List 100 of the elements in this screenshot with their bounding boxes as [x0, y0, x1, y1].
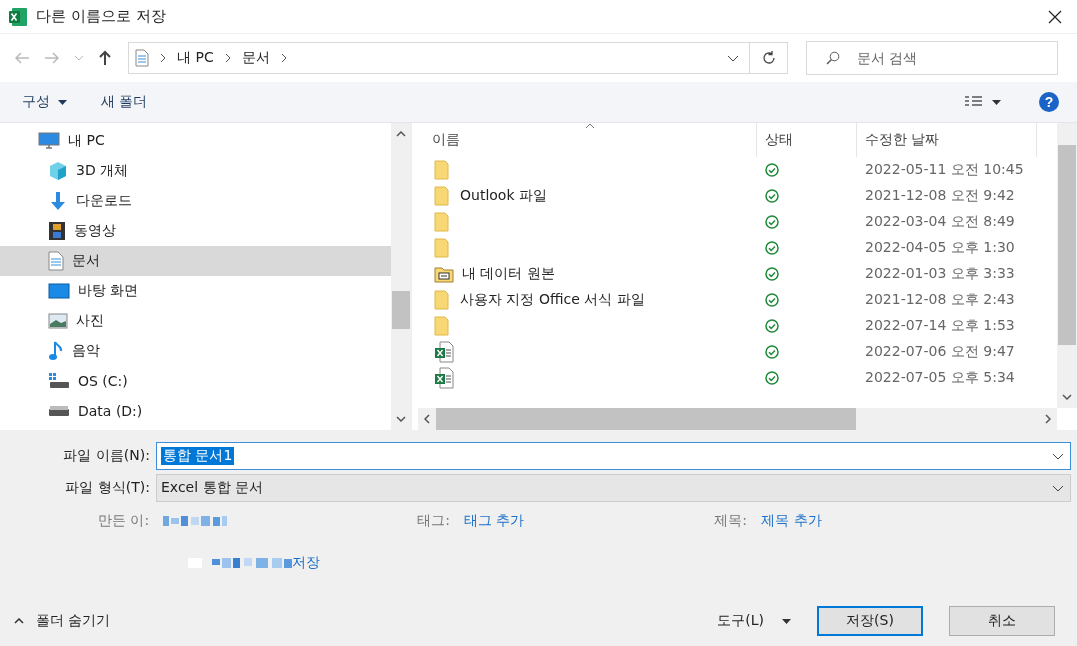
sidebar-item[interactable]: 동영상	[0, 216, 391, 246]
scrollbar[interactable]	[391, 123, 411, 430]
screen-icon	[48, 282, 70, 300]
chevron-down-icon[interactable]	[1052, 452, 1064, 460]
sort-caret-icon	[585, 123, 595, 129]
down-arrow-icon	[48, 191, 68, 211]
synced-check-icon	[765, 345, 779, 359]
sidebar-item[interactable]: OS (C:)	[0, 366, 391, 396]
synced-check-icon	[765, 319, 779, 333]
scroll-up-icon[interactable]	[396, 131, 406, 137]
folder-icon	[434, 186, 452, 206]
scroll-thumb[interactable]	[392, 291, 410, 329]
chevron-down-icon[interactable]	[727, 54, 739, 62]
sidebar-item[interactable]: Data (D:)	[0, 396, 391, 426]
scroll-down-icon[interactable]	[1062, 394, 1072, 400]
synced-check-icon	[765, 371, 779, 385]
scrollbar[interactable]	[1057, 123, 1077, 408]
monitor-icon	[38, 132, 60, 150]
sidebar-item[interactable]: 음악	[0, 336, 391, 366]
network-folder-icon	[434, 265, 454, 283]
document-icon	[48, 251, 64, 271]
folder-icon	[434, 160, 452, 180]
refresh-icon	[761, 51, 776, 65]
chevron-right-icon[interactable]	[224, 53, 231, 63]
sidebar-item[interactable]: 문서	[0, 246, 391, 276]
refresh-button[interactable]	[750, 42, 788, 74]
modified-date: 2022-04-05 오후 1:30	[865, 239, 1015, 257]
search-icon	[826, 51, 840, 65]
folder-icon	[434, 290, 452, 310]
chevron-up-icon	[14, 618, 24, 624]
help-icon[interactable]: ?	[1039, 92, 1059, 112]
window-title: 다른 이름으로 저장	[36, 7, 166, 26]
folder-icon	[434, 238, 452, 258]
file-name[interactable]: Outlook 파일	[460, 187, 547, 205]
save-button[interactable]: 저장(S)	[817, 606, 923, 636]
tools-button[interactable]: 도구(L)	[717, 612, 764, 630]
modified-date: 2021-12-08 오후 2:43	[865, 291, 1015, 309]
landscape-icon	[48, 313, 68, 329]
synced-check-icon	[765, 163, 779, 177]
add-tag-link[interactable]: 태그 추가	[463, 512, 525, 530]
caret-icon[interactable]	[58, 99, 67, 105]
field-label: 제목:	[714, 512, 748, 530]
breadcrumb-item[interactable]: 내 PC	[177, 49, 214, 67]
sidebar-item[interactable]: 내 PC	[0, 126, 391, 156]
cancel-button[interactable]: 취소	[949, 606, 1055, 636]
column-header[interactable]: 수정한 날짜	[857, 123, 1037, 157]
column-header[interactable]: 상태	[757, 123, 857, 157]
chevron-right-icon[interactable]	[160, 53, 166, 63]
close-icon[interactable]	[1048, 9, 1062, 24]
synced-check-icon	[765, 215, 779, 229]
scroll-down-icon[interactable]	[396, 416, 406, 422]
field-label: 만든 이:	[98, 512, 150, 530]
cube-icon	[48, 161, 68, 181]
film-icon	[48, 221, 66, 241]
organize-button[interactable]: 구성	[22, 93, 50, 111]
search-field[interactable]: 문서 검색	[806, 41, 1058, 75]
column-header[interactable]: 이름	[418, 123, 757, 157]
spreadsheet-file-icon	[434, 341, 454, 363]
folder-icon	[434, 212, 452, 232]
view-options-icon[interactable]	[964, 95, 984, 109]
synced-check-icon	[765, 189, 779, 203]
field-label: 파일 형식(T):	[64, 479, 150, 497]
synced-check-icon	[765, 241, 779, 255]
sidebar-item[interactable]: 3D 개체	[0, 156, 391, 186]
modified-date: 2021-12-08 오전 9:42	[865, 187, 1015, 205]
save-thumbnail-link[interactable]: 저장	[292, 554, 320, 572]
file-type-dropdown[interactable]: Excel 통합 문서	[156, 474, 1071, 502]
scroll-right-icon[interactable]	[1045, 414, 1051, 424]
modified-date: 2022-03-04 오전 8:49	[865, 213, 1015, 231]
caret-icon[interactable]	[992, 99, 1001, 105]
field-label: 파일 이름(N):	[62, 447, 150, 465]
scroll-thumb[interactable]	[436, 408, 856, 430]
address-bar[interactable]: 내 PC 문서	[128, 42, 750, 74]
caret-icon[interactable]	[782, 618, 791, 624]
hide-folders-button[interactable]: 폴더 숨기기	[14, 612, 111, 630]
drive-icon	[48, 406, 70, 416]
synced-check-icon	[765, 267, 779, 281]
blurred-text-drawing	[163, 515, 228, 527]
modified-date: 2022-07-05 오후 5:34	[865, 369, 1015, 387]
music-note-icon	[48, 340, 64, 362]
sidebar-item[interactable]: 사진	[0, 306, 391, 336]
modified-date: 2022-07-14 오후 1:53	[865, 317, 1015, 335]
modified-date: 2022-01-03 오후 3:33	[865, 265, 1015, 283]
spreadsheet-app-icon	[8, 6, 28, 27]
breadcrumb-item[interactable]: 문서	[241, 49, 270, 67]
up-arrow-icon[interactable]	[98, 50, 112, 66]
drive-icon	[48, 372, 70, 390]
scrollbar[interactable]	[418, 408, 1057, 430]
spreadsheet-file-icon	[434, 367, 454, 389]
synced-check-icon	[765, 293, 779, 307]
scroll-thumb[interactable]	[1058, 145, 1076, 345]
new-folder-button[interactable]: 새 폴더	[101, 93, 148, 111]
file-name[interactable]: 내 데이터 원본	[462, 265, 555, 283]
add-title-link[interactable]: 제목 추가	[761, 512, 822, 530]
file-name-field[interactable]: 통합 문서1	[156, 442, 1071, 470]
file-name[interactable]: 사용자 지정 Office 서식 파일	[460, 291, 645, 309]
sidebar-item[interactable]: 바탕 화면	[0, 276, 391, 306]
scroll-left-icon[interactable]	[424, 414, 430, 424]
chevron-right-icon[interactable]	[280, 53, 287, 63]
sidebar-item[interactable]: 다운로드	[0, 186, 391, 216]
